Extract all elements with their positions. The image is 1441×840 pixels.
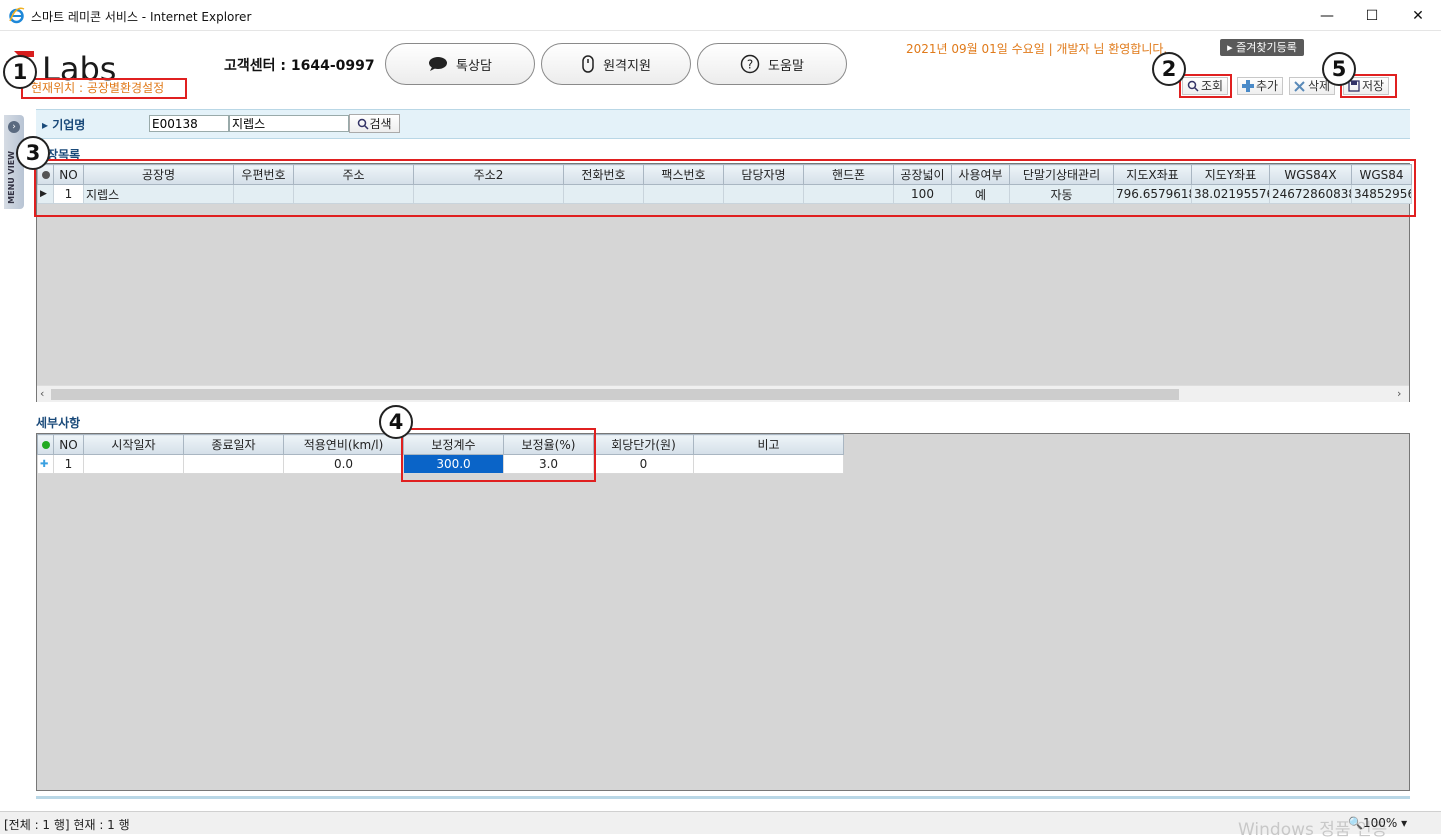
help-button[interactable]: ? 도움말: [697, 43, 847, 85]
maximize-button[interactable]: ☐: [1349, 0, 1395, 31]
zoom-level[interactable]: 🔍100% ▾: [1348, 816, 1407, 830]
app-content: Labs 현재위치 : 공장별환경설정 고객센터 : 1644-0997 톡상담…: [0, 31, 1441, 811]
detail-col-header[interactable]: 종료일자: [183, 434, 284, 455]
add-row-icon: ✚: [37, 454, 54, 474]
customer-center: 고객센터 : 1644-0997: [224, 58, 375, 74]
detail-indicator-header: [37, 434, 54, 455]
scroll-thumb[interactable]: [51, 389, 1179, 400]
annotation-badge-1: 1: [3, 55, 37, 89]
expand-icon: ›: [8, 121, 20, 133]
help-label: 도움말: [768, 58, 804, 74]
question-icon: ?: [740, 54, 760, 74]
company-label-text: 기업명: [52, 118, 86, 132]
factory-grid-hscroll[interactable]: ‹ ›: [37, 385, 1409, 402]
zoom-value: 100%: [1362, 816, 1398, 830]
annotation-badge-5: 5: [1322, 52, 1356, 86]
chat-button[interactable]: 톡상담: [385, 43, 535, 85]
mouse-icon: [582, 55, 594, 73]
annotation-badge-4: 4: [379, 405, 413, 439]
welcome-message: 2021년 09월 01일 수요일 | 개발자 님 환영합니다.: [906, 42, 1168, 56]
current-location: 현재위치 : 공장별환경설정: [21, 78, 187, 99]
scroll-right-icon[interactable]: ›: [1397, 387, 1401, 400]
highlight-search: [1179, 74, 1232, 98]
magnifier-icon: [358, 118, 369, 130]
chat-icon: [429, 57, 448, 71]
window-title: 스마트 레미콘 서비스 - Internet Explorer: [31, 10, 252, 24]
remote-support-button[interactable]: 원격지원: [541, 43, 691, 85]
company-search-label: 검색: [369, 117, 392, 131]
status-text: [전체 : 1 행] 현재 : 1 행: [4, 818, 130, 832]
plus-icon: [1242, 80, 1254, 92]
company-name-input[interactable]: [229, 115, 349, 132]
table-cell[interactable]: 1: [53, 454, 84, 474]
ie-icon: [9, 7, 25, 24]
company-code-input[interactable]: [149, 115, 229, 132]
highlight-correction: [401, 428, 596, 482]
status-bar: [전체 : 1 행] 현재 : 1 행 Windows 정품 인증 🔍100% …: [0, 811, 1441, 840]
detail-section-title: 세부사항: [36, 416, 81, 430]
favorites-button[interactable]: ▸ 즐겨찾기등록: [1220, 39, 1304, 56]
table-cell[interactable]: [693, 454, 844, 474]
favorites-label: 즐겨찾기등록: [1236, 41, 1297, 54]
annotation-badge-2: 2: [1152, 52, 1186, 86]
table-cell[interactable]: [183, 454, 284, 474]
detail-col-header[interactable]: 시작일자: [83, 434, 184, 455]
annotation-badge-3: 3: [16, 136, 50, 170]
detail-col-header[interactable]: 회당단가(원): [593, 434, 694, 455]
detail-col-header[interactable]: 비고: [693, 434, 844, 455]
table-cell[interactable]: [83, 454, 184, 474]
detail-grid: NO 시작일자 종료일자 적용연비(km/l) 보정계수 보정율(%) 회당단가(원) 비고 …: [36, 433, 1410, 791]
table-cell[interactable]: 0: [593, 454, 694, 474]
svg-text:?: ?: [747, 58, 753, 72]
add-button[interactable]: 추가: [1237, 77, 1284, 95]
bottom-divider: [36, 796, 1410, 799]
minimize-button[interactable]: —: [1304, 0, 1350, 31]
menu-view-label: MENU VIEW: [7, 151, 16, 204]
remote-support-label: 원격지원: [603, 58, 651, 74]
highlight-factory-grid: [34, 159, 1416, 217]
search-bar: ▸ 기업명 검색: [36, 109, 1410, 139]
scroll-left-icon[interactable]: ‹: [40, 387, 44, 400]
window-titlebar: 스마트 레미콘 서비스 - Internet Explorer — ☐ ✕: [0, 0, 1441, 31]
company-search-button[interactable]: 검색: [349, 114, 400, 133]
chat-label: 톡상담: [456, 58, 492, 74]
company-label: ▸ 기업명: [42, 118, 86, 132]
detail-col-header[interactable]: NO: [53, 434, 84, 455]
table-cell[interactable]: 0.0: [283, 454, 404, 474]
delete-icon: [1294, 81, 1305, 92]
add-button-label: 추가: [1256, 79, 1279, 93]
detail-col-header[interactable]: 적용연비(km/l): [283, 434, 404, 455]
close-button[interactable]: ✕: [1395, 0, 1441, 31]
